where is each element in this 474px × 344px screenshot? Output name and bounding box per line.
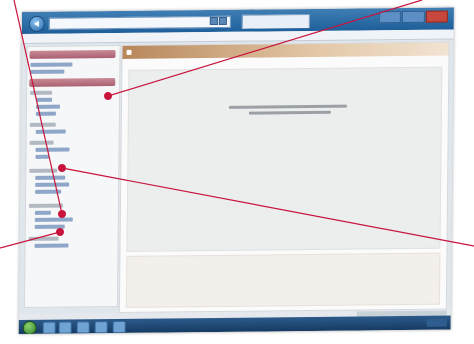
sidebar-header-1[interactable] — [29, 50, 116, 59]
refresh-icon[interactable] — [218, 16, 227, 25]
main-panel — [118, 41, 450, 314]
back-button-icon[interactable] — [28, 15, 45, 32]
sidebar-group-6 — [28, 236, 59, 241]
message-line-2 — [248, 110, 331, 115]
sidebar-item-6a[interactable] — [34, 243, 69, 248]
start-orb-icon[interactable] — [22, 320, 37, 335]
sidebar-item-4a[interactable] — [35, 175, 66, 180]
explorer-icon[interactable] — [94, 321, 108, 334]
compat-view-icon[interactable] — [209, 16, 218, 26]
sidebar-item-1b[interactable] — [35, 104, 61, 109]
browser-window — [18, 7, 454, 335]
sidebar-item-3a[interactable] — [35, 147, 70, 152]
sidebar-nav — [23, 44, 121, 308]
media-icon[interactable] — [76, 321, 90, 334]
minimize-button[interactable] — [378, 11, 402, 24]
sidebar-item-4c[interactable] — [35, 189, 62, 194]
app-icon[interactable] — [112, 320, 126, 334]
sidebar-group-3 — [29, 140, 54, 145]
tab-active[interactable] — [241, 13, 310, 29]
sidebar-item-3b[interactable] — [35, 154, 50, 159]
lower-panel — [125, 252, 441, 308]
main-header — [122, 42, 449, 59]
sidebar-header-2[interactable] — [29, 78, 116, 87]
sidebar-group-5 — [28, 203, 63, 208]
sidebar-group-1 — [30, 90, 53, 95]
sidebar-item-5a[interactable] — [34, 210, 51, 215]
maximize-button[interactable] — [402, 10, 425, 24]
message-line-1 — [228, 104, 347, 109]
sidebar-link-logout[interactable] — [30, 62, 73, 67]
sidebar-group-2 — [29, 122, 56, 127]
address-bar[interactable] — [48, 15, 231, 30]
sidebar-item-5b[interactable] — [34, 217, 73, 222]
window-controls — [378, 10, 448, 24]
sidebar-item-4b[interactable] — [35, 182, 70, 187]
sidebar-item-1c[interactable] — [35, 111, 56, 116]
header-square-icon — [126, 49, 132, 55]
sidebar-item-5c[interactable] — [34, 224, 65, 229]
ie-icon[interactable] — [42, 321, 56, 334]
system-tray[interactable] — [383, 319, 423, 327]
message-area — [126, 66, 443, 252]
folder-icon[interactable] — [58, 321, 72, 334]
sidebar-link-password[interactable] — [30, 69, 65, 74]
sidebar-item-1a[interactable] — [36, 97, 53, 102]
sidebar-group-4 — [29, 168, 58, 173]
clock[interactable] — [426, 318, 447, 327]
close-button[interactable] — [425, 10, 448, 23]
sidebar-item-2a[interactable] — [35, 129, 66, 134]
